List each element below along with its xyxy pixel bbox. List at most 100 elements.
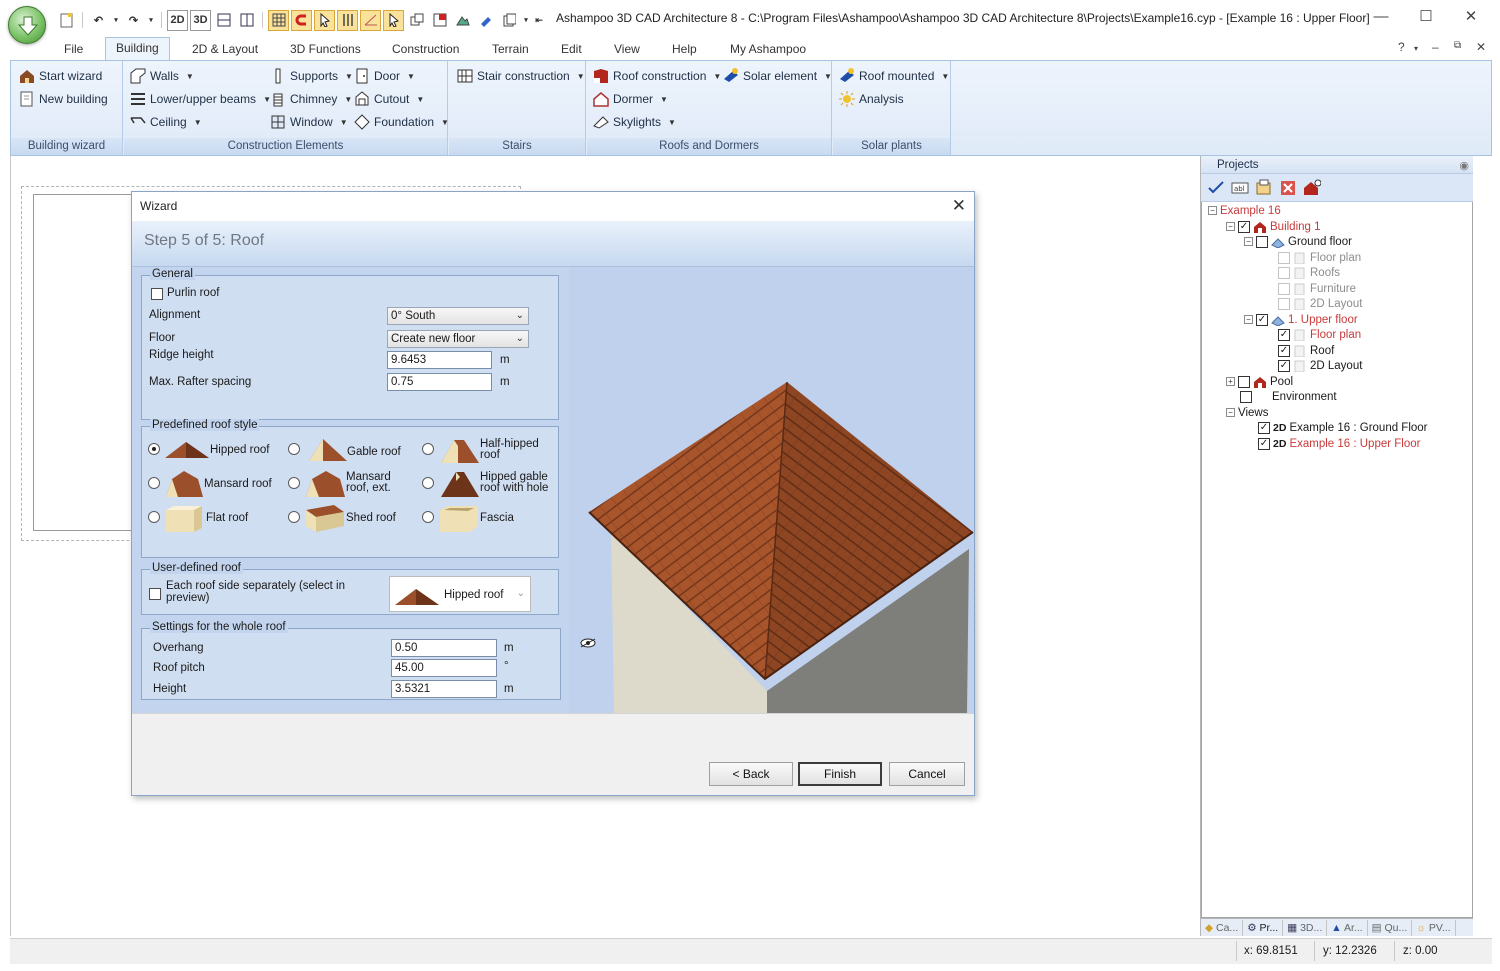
checkbox-checked-icon[interactable]: ✓ — [1278, 328, 1290, 341]
floor-select[interactable]: Create new floor ⌄ — [387, 330, 529, 348]
roof-mounted-button[interactable]: Roof mounted ▼ — [839, 66, 949, 86]
finish-button[interactable]: Finish — [798, 762, 882, 786]
checkbox-unchecked-icon[interactable] — [1238, 375, 1250, 388]
tab-projects[interactable]: ⚙ Pr... — [1243, 919, 1284, 936]
collapse-icon[interactable]: − — [1226, 222, 1235, 231]
view-2d-button[interactable]: 2D — [167, 9, 188, 31]
radio-flat[interactable] — [148, 511, 160, 523]
pin-icon[interactable]: ◉ — [1459, 157, 1469, 175]
checkbox-checked-icon[interactable]: ✓ — [1238, 220, 1250, 233]
checkbox-disabled-icon[interactable] — [1278, 282, 1290, 295]
checkbox-checked-icon[interactable]: ✓ — [1258, 421, 1270, 434]
walls-button[interactable]: Walls ▼ — [130, 66, 194, 86]
help-question-icon[interactable]: ? — [1398, 40, 1405, 54]
new-building-button[interactable]: New building — [19, 89, 108, 109]
purlin-roof-checkbox[interactable] — [151, 288, 163, 300]
cutout-button[interactable]: Cutout ▼ — [354, 89, 424, 109]
alignment-select[interactable]: 0° South ⌄ — [387, 307, 529, 325]
beams-button[interactable]: Lower/upper beams ▼ — [130, 89, 271, 109]
split-horizontal-icon[interactable] — [213, 10, 234, 31]
roof-type-select[interactable]: Hipped roof ⌄ — [389, 576, 531, 612]
ribbon-close-icon[interactable]: ✕ — [1476, 40, 1486, 54]
tab-help[interactable]: Help — [662, 40, 707, 60]
radio-hipped[interactable] — [148, 443, 160, 455]
rafter-spacing-input[interactable]: 0.75 — [387, 373, 492, 391]
radio-half-hipped[interactable] — [422, 443, 434, 455]
expand-icon[interactable]: + — [1226, 377, 1235, 386]
tree-node-pool[interactable]: + Pool — [1226, 374, 1293, 389]
checkmark-icon[interactable] — [1207, 179, 1225, 197]
roof-construction-button[interactable]: Roof construction ▼ — [593, 66, 721, 86]
checkbox-checked-icon[interactable]: ✓ — [1258, 437, 1270, 450]
new-file-icon[interactable] — [56, 10, 77, 31]
tree-node-example[interactable]: − Example 16 — [1208, 203, 1281, 218]
checkbox-checked-icon[interactable]: ✓ — [1278, 359, 1290, 372]
ortho-lines-icon[interactable] — [337, 9, 358, 31]
tree-node-upper-floor[interactable]: − ✓ 1. Upper floor — [1244, 312, 1358, 327]
tree-node-uf-roof[interactable]: ✓ Roof — [1278, 343, 1334, 358]
delete-icon[interactable] — [1279, 179, 1297, 197]
magnet-icon[interactable] — [291, 9, 312, 31]
tree-node-gf-roofs[interactable]: Roofs — [1278, 265, 1340, 280]
each-side-checkbox[interactable] — [149, 588, 161, 600]
grid-icon[interactable] — [268, 9, 289, 31]
eye-icon[interactable] — [580, 637, 596, 649]
minimize-button[interactable]: — — [1358, 5, 1404, 27]
app-menu-button[interactable] — [8, 6, 46, 44]
skylights-button[interactable]: Skylights ▼ — [593, 112, 676, 132]
tree-node-views[interactable]: − Views — [1226, 405, 1268, 420]
rename-icon[interactable]: abl — [1231, 179, 1249, 197]
radio-shed[interactable] — [288, 511, 300, 523]
redo-icon[interactable]: ↷ — [123, 10, 144, 31]
redo-dropdown-icon[interactable]: ▾ — [146, 10, 156, 31]
radio-gable[interactable] — [288, 443, 300, 455]
checkbox-checked-icon[interactable]: ✓ — [1256, 313, 1268, 326]
stair-construction-button[interactable]: Stair construction ▼ — [457, 66, 585, 86]
add-building-icon[interactable] — [1303, 179, 1321, 197]
door-button[interactable]: Door ▼ — [354, 66, 415, 86]
roof-3d-preview[interactable] — [569, 267, 974, 713]
radio-fascia[interactable] — [422, 511, 434, 523]
tab-quantities[interactable]: ▤ Qu... — [1368, 919, 1413, 936]
collapse-icon[interactable]: − — [1226, 408, 1235, 417]
tree-node-ground-floor[interactable]: − Ground floor — [1244, 234, 1352, 249]
ribbon-restore-icon[interactable]: ⧉ — [1454, 40, 1461, 51]
tab-file[interactable]: File — [54, 40, 93, 60]
radio-mansard-ext[interactable] — [288, 477, 300, 489]
tab-construction[interactable]: Construction — [382, 40, 469, 60]
properties-icon[interactable] — [1255, 179, 1273, 197]
start-wizard-button[interactable]: Start wizard — [19, 66, 102, 86]
collapse-icon[interactable]: − — [1244, 237, 1253, 246]
ribbon-minimize-icon[interactable]: – — [1432, 40, 1439, 54]
roof-pitch-input[interactable]: 45.00 — [391, 659, 497, 677]
solar-element-button[interactable]: Solar element ▼ — [723, 66, 832, 86]
checkbox-disabled-icon[interactable] — [1278, 266, 1290, 279]
tab-architecture[interactable]: ▲ Ar... — [1327, 919, 1368, 936]
select-cursor-icon[interactable] — [383, 9, 404, 31]
dormer-button[interactable]: Dormer ▼ — [593, 89, 668, 109]
tab-3d-functions[interactable]: 3D Functions — [280, 40, 371, 60]
tab-edit[interactable]: Edit — [551, 40, 592, 60]
snap-cursor-icon[interactable] — [314, 9, 335, 31]
cancel-button[interactable]: Cancel — [889, 762, 965, 786]
ridge-height-input[interactable]: 9.6453 — [387, 351, 492, 369]
clipboard-icon[interactable] — [498, 10, 519, 31]
tree-node-gf-floor-plan[interactable]: Floor plan — [1278, 250, 1361, 265]
ceiling-button[interactable]: Ceiling ▼ — [130, 112, 202, 132]
paint-icon[interactable] — [475, 10, 496, 31]
height-input[interactable]: 3.5321 — [391, 680, 497, 698]
view-3d-button[interactable]: 3D — [190, 9, 211, 31]
radio-mansard[interactable] — [148, 477, 160, 489]
tree-node-environment[interactable]: Environment — [1240, 389, 1337, 404]
tab-pv[interactable]: ☼ PV... — [1412, 919, 1456, 936]
window-button[interactable]: Window ▼ — [270, 112, 348, 132]
close-window-button[interactable]: ✕ — [1448, 5, 1494, 27]
analysis-button[interactable]: Analysis — [839, 89, 904, 109]
tree-node-view-ground[interactable]: ✓ 2D Example 16 : Ground Floor — [1258, 420, 1428, 435]
overhang-input[interactable]: 0.50 — [391, 639, 497, 657]
radio-hipped-gable[interactable] — [422, 477, 434, 489]
angle-snap-icon[interactable] — [360, 9, 381, 31]
tree-node-view-upper[interactable]: ✓ 2D Example 16 : Upper Floor — [1258, 436, 1420, 451]
tab-terrain[interactable]: Terrain — [482, 40, 539, 60]
customize-qat-icon[interactable]: ⇤ — [533, 10, 545, 31]
